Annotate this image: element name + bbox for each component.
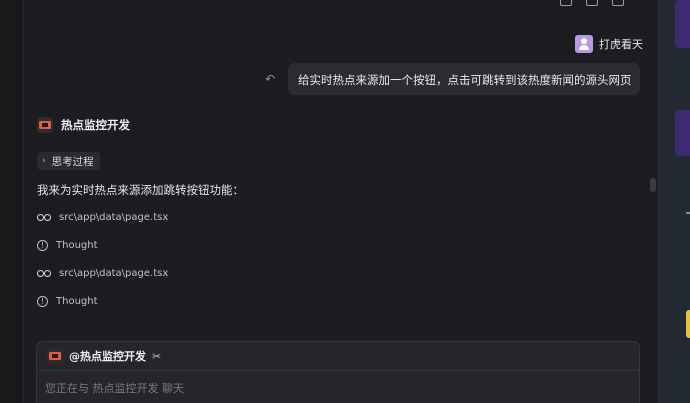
agent-logo-icon	[37, 117, 53, 133]
delete-icon[interactable]	[612, 0, 624, 6]
undo-icon[interactable]: ↶	[265, 72, 275, 86]
user-name: 打虎看天	[599, 38, 643, 51]
step-item[interactable]: ! Thought	[37, 240, 98, 251]
chat-composer: @热点监控开发 ✂	[36, 341, 640, 403]
step-label: src\app\data\page.tsx	[59, 212, 169, 223]
step-label: src\app\data\page.tsx	[59, 268, 169, 279]
right-panel	[658, 0, 690, 403]
agent-name: 热点监控开发	[61, 118, 130, 132]
step-label: Thought	[56, 296, 98, 307]
edit-icon[interactable]	[586, 0, 598, 6]
step-item[interactable]: src\app\data\page.tsx	[37, 268, 168, 279]
chat-input[interactable]	[45, 376, 630, 400]
composer-header: @热点监控开发 ✂	[47, 348, 161, 364]
copy-icon[interactable]	[560, 0, 572, 6]
agent-header: 热点监控开发	[37, 117, 130, 133]
info-icon: !	[37, 240, 48, 251]
right-panel-marker	[686, 212, 690, 214]
scrollbar-thumb[interactable]	[650, 178, 656, 192]
user-avatar-icon	[575, 35, 593, 53]
left-sidebar-strip	[0, 0, 24, 403]
info-icon: !	[37, 296, 48, 307]
user-message-text: 给实时热点来源加一个按钮，点击可跳转到该热度新闻的源头网页	[298, 73, 632, 87]
step-label: Thought	[56, 240, 98, 251]
scrollbar-track[interactable]	[650, 0, 658, 403]
step-item[interactable]: ! Thought	[37, 296, 98, 307]
step-item[interactable]: src\app\data\page.tsx	[37, 212, 168, 223]
agent-mention[interactable]: @热点监控开发	[69, 348, 146, 364]
composer-divider	[37, 370, 639, 371]
glasses-icon	[37, 213, 51, 222]
right-panel-highlight[interactable]	[686, 310, 690, 338]
user-tag: 打虎看天	[575, 35, 643, 53]
agent-logo-icon	[47, 348, 63, 364]
glasses-icon	[37, 269, 51, 278]
right-panel-accent[interactable]	[675, 0, 690, 48]
user-message-bubble: 给实时热点来源加一个按钮，点击可跳转到该热度新闻的源头网页	[288, 63, 640, 95]
chevron-right-icon: ›	[42, 156, 46, 166]
thinking-label: 思考过程	[51, 155, 94, 168]
right-panel-accent[interactable]	[675, 110, 690, 156]
thinking-process-toggle[interactable]: › 思考过程	[37, 152, 100, 170]
agent-intro-text: 我来为实时热点来源添加跳转按钮功能：	[37, 183, 244, 197]
message-toolbar	[560, 0, 624, 6]
tools-icon[interactable]: ✂	[152, 350, 161, 363]
